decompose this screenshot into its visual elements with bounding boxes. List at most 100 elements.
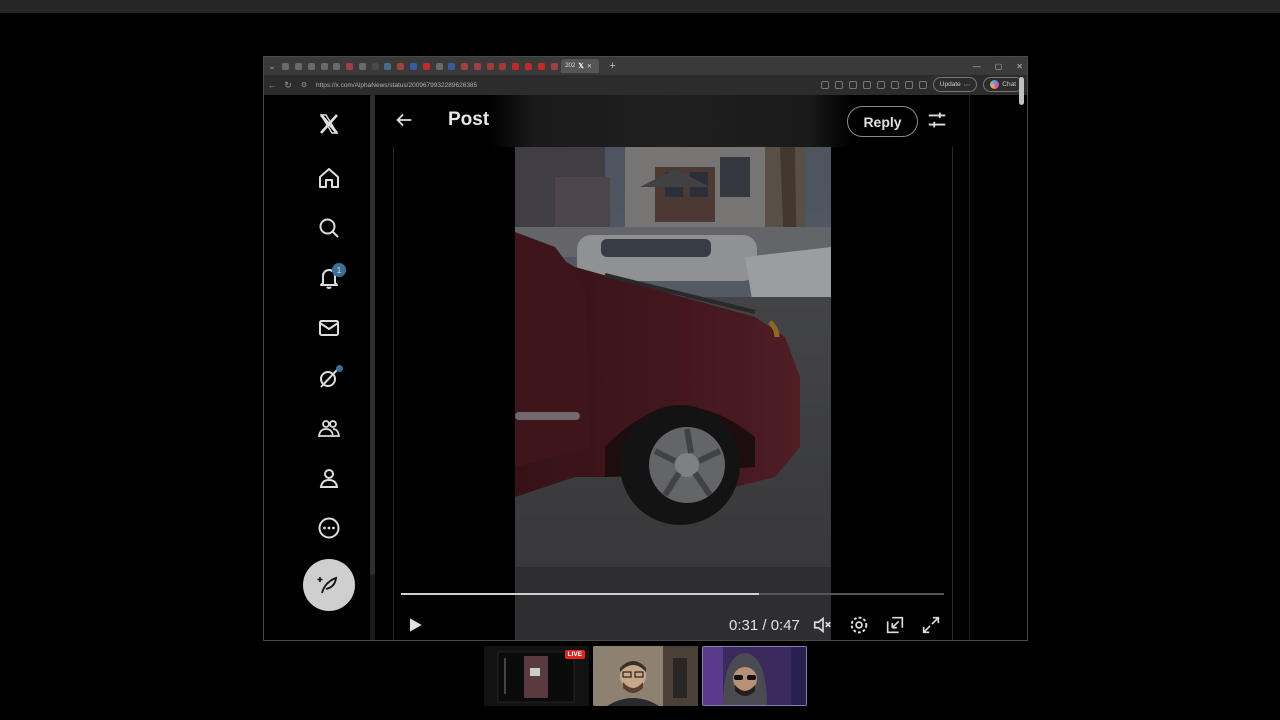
update-label: Update (939, 81, 961, 88)
browser-tab[interactable] (433, 59, 444, 73)
tab-favicon-icon (448, 62, 456, 70)
browser-tab[interactable] (459, 59, 470, 73)
tab-favicon-icon (333, 62, 341, 70)
video-time: 0:31 / 0:47 (729, 617, 800, 634)
browser-tab[interactable] (280, 59, 291, 73)
tab-favicon-icon (282, 62, 290, 70)
tab-favicon-icon (550, 62, 558, 70)
webcam-thumbnail-2[interactable] (702, 646, 807, 706)
browser-tab[interactable] (548, 59, 559, 73)
tab-favicon-icon (422, 62, 430, 70)
browser-essentials-icon[interactable] (876, 80, 885, 89)
more-options-icon[interactable] (314, 513, 344, 543)
browser-tab[interactable] (536, 59, 547, 73)
browser-tab[interactable] (497, 59, 508, 73)
webcam-thumbnail-1[interactable] (593, 646, 698, 706)
sidebar-scroll-thumb[interactable] (370, 95, 375, 575)
blurred-header-area (490, 95, 852, 147)
browser-tab[interactable] (446, 59, 457, 73)
minimize-icon[interactable]: — (973, 62, 981, 71)
x-logo-icon[interactable] (314, 109, 344, 139)
compose-post-button[interactable] (303, 559, 355, 611)
extension-icon[interactable] (834, 80, 843, 89)
close-window-icon[interactable]: ✕ (1016, 62, 1023, 71)
tab-favicon-icon (371, 62, 379, 70)
webcam-preview-2 (703, 647, 806, 705)
back-nav-icon[interactable]: ← (264, 80, 280, 90)
notifications-bell-icon[interactable]: 1 (314, 263, 346, 293)
grok-new-dot (336, 365, 343, 372)
reload-icon[interactable]: ↻ (280, 80, 296, 91)
tab-list-dropdown-icon[interactable]: ⌄ (264, 57, 280, 75)
url-field[interactable]: https://x.com/AlphaNews/status/200967993… (316, 82, 477, 89)
tab-search-icon[interactable] (820, 80, 829, 89)
stream-thumbnails: LIVE (484, 646, 807, 706)
messages-mail-icon[interactable] (314, 313, 344, 343)
browser-tab[interactable] (485, 59, 496, 73)
maximize-icon[interactable]: ▢ (995, 62, 1003, 71)
screen-share-thumbnail[interactable]: LIVE (484, 646, 589, 706)
browser-tab[interactable] (395, 59, 406, 73)
page-scrollbar[interactable] (1016, 75, 1026, 600)
page-content: 1 Post Reply 0:31 / 0:47 (264, 95, 1027, 640)
tab-favicon-icon (512, 62, 520, 70)
browser-tab[interactable] (472, 59, 483, 73)
feather-icon (317, 576, 338, 594)
picture-in-picture-icon[interactable] (884, 614, 906, 636)
browser-tab[interactable] (421, 59, 432, 73)
close-tab-icon[interactable]: ✕ (587, 63, 592, 70)
extensions-puzzle-icon[interactable] (918, 80, 927, 89)
reply-button[interactable]: Reply (847, 106, 918, 137)
browser-tab[interactable] (523, 59, 534, 73)
browser-tab[interactable] (344, 59, 355, 73)
profile-icon[interactable] (314, 463, 344, 493)
browser-tab[interactable] (293, 59, 304, 73)
update-button[interactable]: Update ⋯ (932, 77, 978, 92)
active-tab-label: 202 (565, 63, 576, 69)
video-player[interactable] (515, 147, 831, 640)
collections-icon[interactable] (890, 80, 899, 89)
notifications-badge: 1 (332, 263, 346, 277)
settings-sliders-icon[interactable] (926, 109, 948, 131)
page-scroll-thumb[interactable] (1019, 77, 1024, 105)
post-header: Post Reply (377, 95, 969, 147)
home-icon[interactable] (314, 163, 344, 193)
tab-favicon-icon (384, 62, 392, 70)
tab-favicon-icon (525, 62, 533, 70)
tab-favicon-icon (410, 62, 417, 70)
video-settings-gear-icon[interactable] (848, 614, 870, 636)
tab-favicon-icon (499, 62, 507, 70)
main-column: Post Reply 0:31 / 0:47 (377, 95, 969, 640)
tab-favicon-icon (461, 62, 469, 70)
site-info-icon[interactable]: ⚙ (296, 81, 312, 89)
tabs-container (280, 59, 561, 73)
browser-tab[interactable] (306, 59, 317, 73)
search-icon[interactable] (314, 213, 344, 243)
play-icon[interactable] (405, 615, 425, 635)
video-progress-fill (401, 593, 760, 595)
favorites-icon[interactable] (904, 80, 913, 89)
sidebar: 1 (264, 95, 370, 640)
volume-muted-icon[interactable] (812, 614, 834, 636)
sidebar-scrollbar[interactable] (370, 95, 375, 640)
grok-icon[interactable] (314, 363, 344, 393)
tab-active[interactable]: 202 𝕏 ✕ (561, 59, 600, 73)
browser-tab[interactable] (369, 59, 380, 73)
new-tab-icon[interactable]: + (607, 60, 619, 72)
browser-tab[interactable] (408, 59, 419, 73)
browser-tab[interactable] (510, 59, 521, 73)
tab-favicon-icon (320, 62, 328, 70)
right-column-divider (969, 95, 970, 640)
update-more-label: ⋯ (963, 81, 971, 89)
fullscreen-icon[interactable] (920, 614, 942, 636)
back-arrow-icon[interactable] (393, 109, 415, 131)
read-aloud-icon[interactable] (848, 80, 857, 89)
browser-tab[interactable] (382, 59, 393, 73)
communities-icon[interactable] (314, 413, 344, 443)
browser-tab[interactable] (318, 59, 329, 73)
tab-favicon-icon (307, 62, 315, 70)
browser-tab[interactable] (331, 59, 342, 73)
video-progress-bar[interactable] (401, 593, 944, 595)
favorite-star-icon[interactable] (862, 80, 871, 89)
browser-tab[interactable] (357, 59, 368, 73)
